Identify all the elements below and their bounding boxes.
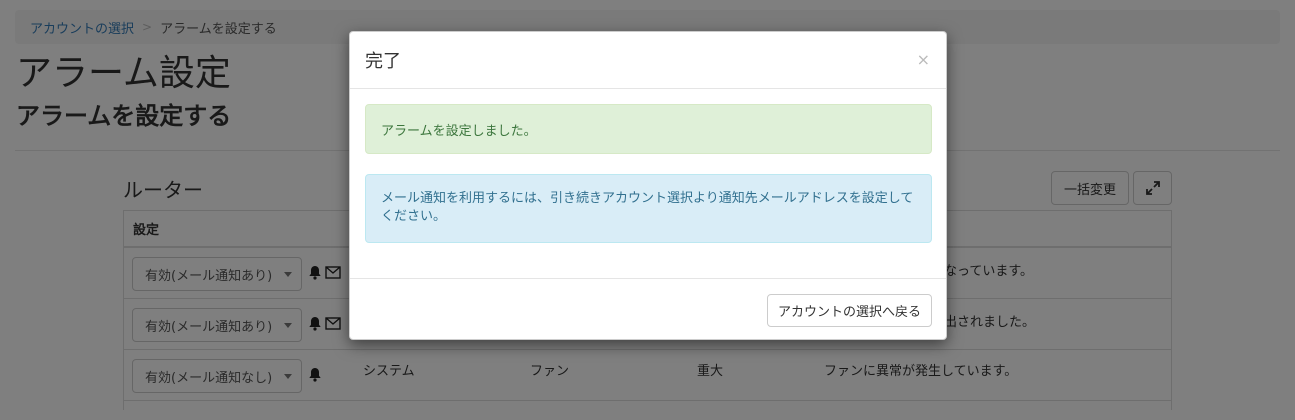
modal-footer: アカウントの選択へ戻る <box>350 278 946 340</box>
modal-header: 完了 × <box>350 32 946 89</box>
info-alert: メール通知を利用するには、引き続きアカウント選択より通知先メールアドレスを設定し… <box>365 174 932 243</box>
modal-title: 完了 <box>365 51 401 72</box>
success-alert: アラームを設定しました。 <box>365 104 932 154</box>
modal-body: アラームを設定しました。 メール通知を利用するには、引き続きアカウント選択より通… <box>350 89 946 278</box>
completion-modal: 完了 × アラームを設定しました。 メール通知を利用するには、引き続きアカウント… <box>349 31 947 340</box>
back-to-account-select-button[interactable]: アカウントの選択へ戻る <box>766 294 932 327</box>
close-icon[interactable]: × <box>917 52 930 68</box>
